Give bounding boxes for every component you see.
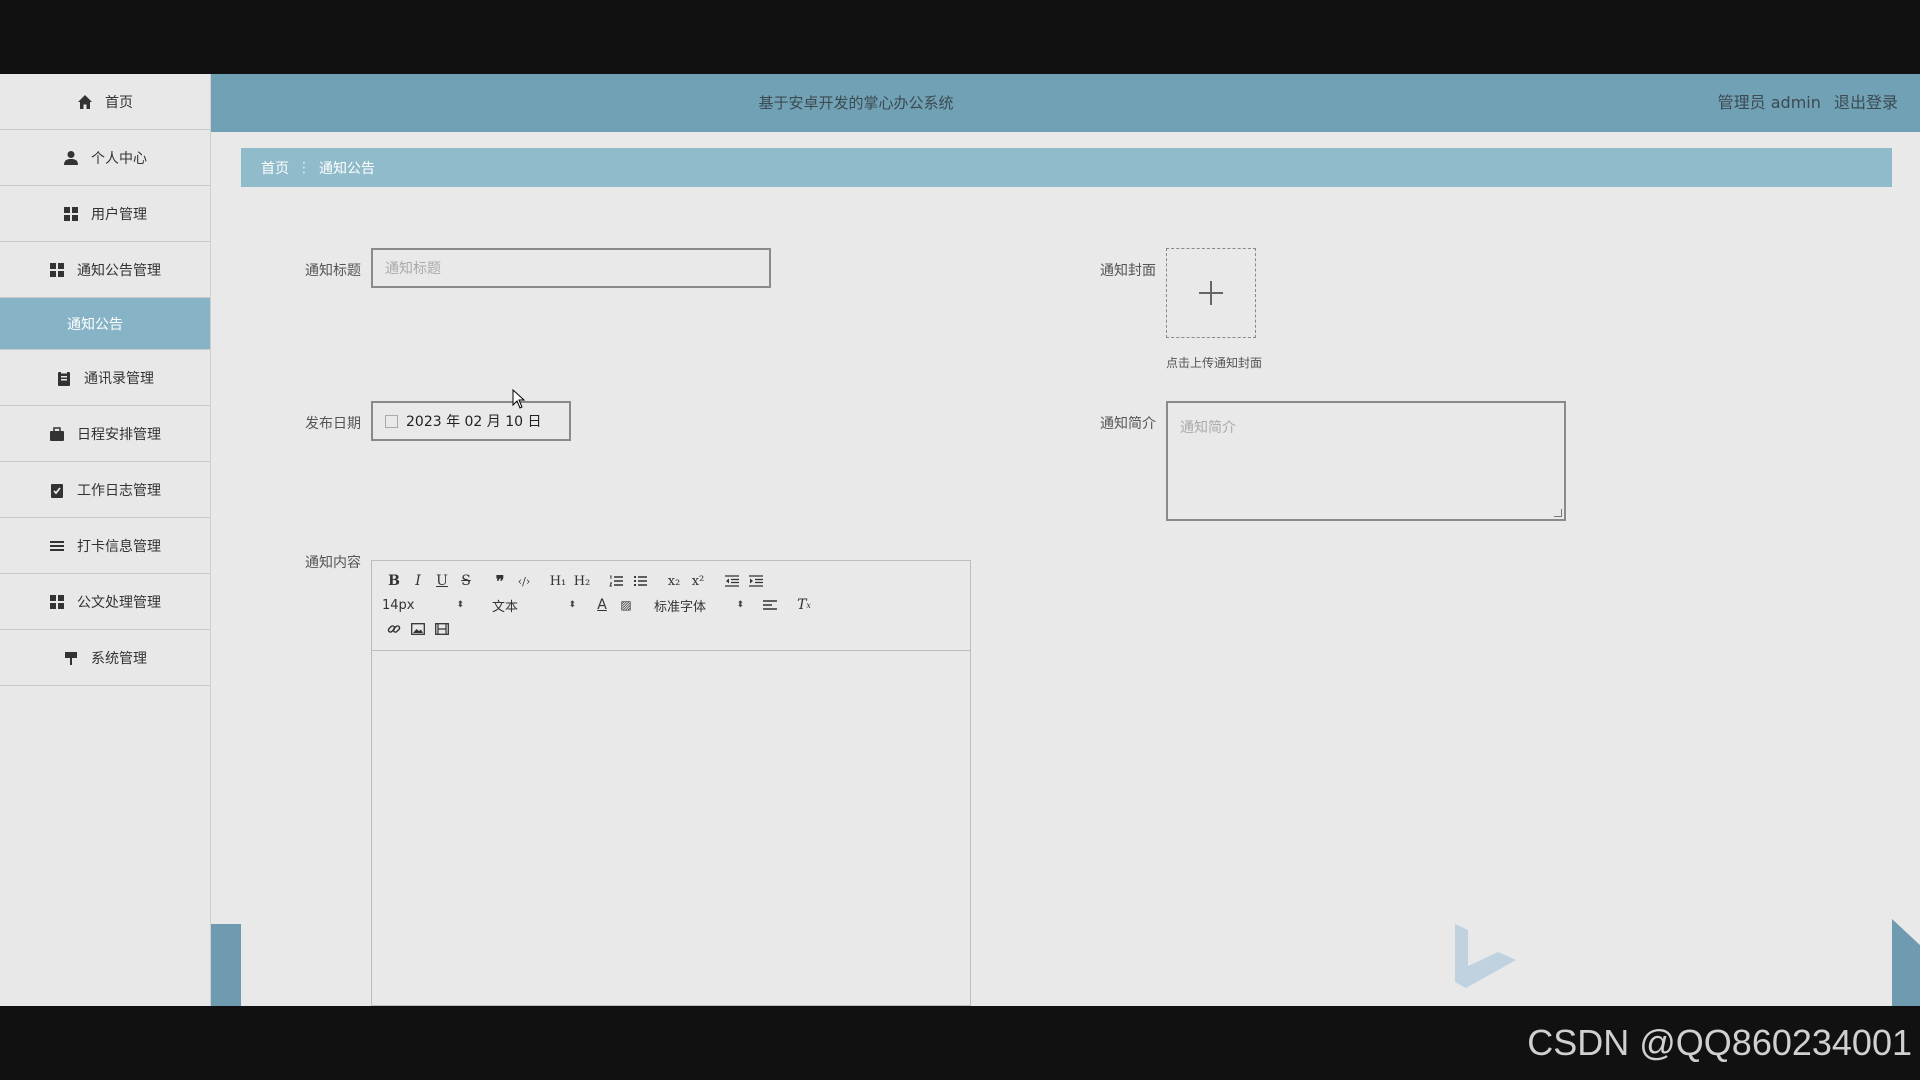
editor-toolbar: B I U S ❞ ‹/› H₁ H₂ x₂ x² 14px ⬍ 文本 ⬍ A …: [372, 561, 970, 651]
decorative-shape-right: [1892, 919, 1920, 1006]
current-user: 管理员 admin: [1717, 93, 1821, 112]
sidebar-item-personal-center[interactable]: 个人中心: [0, 130, 210, 186]
home-icon: [77, 94, 93, 110]
sidebar: 首页 个人中心 用户管理 通知公告管理 通知公告 通讯录管理 日程安排管理 工作…: [0, 74, 211, 1006]
watermark-text: CSDN @QQ860234001: [1527, 1022, 1912, 1063]
video-icon[interactable]: [430, 618, 454, 640]
resize-grip-icon[interactable]: [1554, 509, 1562, 517]
select-arrow-icon: ⬍: [736, 600, 744, 610]
indent-icon[interactable]: [744, 570, 768, 592]
cover-upload-hint: 点击上传通知封面: [1166, 356, 1263, 370]
h2-button[interactable]: H₂: [570, 570, 594, 592]
sidebar-item-label: 公文处理管理: [77, 594, 161, 611]
editor-content-area[interactable]: [372, 651, 970, 1006]
clipboard-icon: [56, 370, 72, 386]
user-icon: [63, 150, 79, 166]
sidebar-item-label: 工作日志管理: [77, 482, 161, 499]
list-icon: [49, 538, 65, 554]
rich-text-editor: B I U S ❞ ‹/› H₁ H₂ x₂ x² 14px ⬍ 文本 ⬍ A …: [371, 560, 971, 1006]
ordered-list-icon[interactable]: [604, 570, 628, 592]
title-input[interactable]: 通知标题: [371, 248, 771, 288]
sidebar-subitem-notice[interactable]: 通知公告: [0, 298, 210, 350]
date-input[interactable]: 2023 年 02 月 10 日: [371, 401, 571, 441]
title-label: 通知标题: [305, 263, 361, 279]
bullet-list-icon[interactable]: [628, 570, 652, 592]
sidebar-item-system-management[interactable]: 系统管理: [0, 630, 210, 686]
mouse-cursor-icon: [512, 389, 526, 409]
title-placeholder: 通知标题: [385, 261, 441, 277]
subscript-button[interactable]: x₂: [662, 570, 686, 592]
sidebar-item-schedule-management[interactable]: 日程安排管理: [0, 406, 210, 462]
sidebar-item-label: 个人中心: [91, 150, 147, 167]
cover-upload-button[interactable]: [1166, 248, 1256, 338]
breadcrumb: 首页 ⋮ 通知公告: [241, 148, 1892, 187]
font-size-value: 14px: [382, 597, 415, 613]
grid-icon: [49, 594, 65, 610]
outdent-icon[interactable]: [720, 570, 744, 592]
sidebar-item-home[interactable]: 首页: [0, 74, 210, 130]
intro-placeholder: 通知简介: [1180, 420, 1236, 436]
app-title: 基于安卓开发的掌心办公系统: [758, 94, 954, 112]
blockquote-button[interactable]: ❞: [488, 570, 512, 592]
sidebar-item-notice-management[interactable]: 通知公告管理: [0, 242, 210, 298]
calendar-icon: [385, 414, 398, 428]
sidebar-item-worklog-management[interactable]: 工作日志管理: [0, 462, 210, 518]
grid-icon: [49, 262, 65, 278]
sidebar-item-document-management[interactable]: 公文处理管理: [0, 574, 210, 630]
header-select[interactable]: 文本 ⬍: [478, 596, 576, 615]
sidebar-item-label: 通知公告管理: [77, 262, 161, 279]
logout-link[interactable]: 退出登录: [1834, 93, 1898, 112]
sidebar-item-checkin-management[interactable]: 打卡信息管理: [0, 518, 210, 574]
font-family-select[interactable]: 标准字体 ⬍: [648, 596, 744, 615]
code-block-button[interactable]: ‹/›: [512, 570, 536, 592]
cover-label: 通知封面: [1100, 263, 1156, 279]
superscript-button[interactable]: x²: [686, 570, 710, 592]
sidebar-item-label: 首页: [105, 94, 133, 111]
briefcase-icon: [49, 426, 65, 442]
plus-icon: [1199, 281, 1223, 305]
intro-label: 通知简介: [1100, 416, 1156, 432]
intro-textarea[interactable]: 通知简介: [1166, 401, 1566, 521]
sidebar-item-label: 打卡信息管理: [77, 538, 161, 555]
sidebar-item-label: 系统管理: [91, 650, 147, 667]
breadcrumb-current: 通知公告: [319, 160, 375, 177]
grid-icon: [63, 206, 79, 222]
decorative-logo-icon: [1455, 924, 1516, 988]
select-arrow-icon: ⬍: [568, 600, 576, 610]
sidebar-item-contacts-management[interactable]: 通讯录管理: [0, 350, 210, 406]
align-icon[interactable]: [758, 594, 782, 616]
italic-button[interactable]: I: [406, 570, 430, 592]
header-select-value: 文本: [492, 599, 519, 615]
underline-button[interactable]: U: [430, 570, 454, 592]
sign-icon: [63, 650, 79, 666]
checklist-icon: [49, 482, 65, 498]
select-arrow-icon: ⬍: [456, 600, 464, 610]
content-label: 通知内容: [305, 555, 361, 571]
bold-button[interactable]: B: [382, 570, 406, 592]
app-window: 首页 个人中心 用户管理 通知公告管理 通知公告 通讯录管理 日程安排管理 工作…: [0, 74, 1920, 1006]
sidebar-item-label: 通讯录管理: [84, 370, 154, 387]
user-area: 管理员 admin 退出登录: [1718, 74, 1898, 132]
sidebar-item-label: 通知公告: [67, 316, 123, 333]
image-icon[interactable]: [406, 618, 430, 640]
date-value: 2023 年 02 月 10 日: [406, 414, 542, 430]
font-color-icon[interactable]: A: [590, 594, 614, 616]
clear-format-icon[interactable]: Tx: [792, 594, 816, 616]
date-label: 发布日期: [305, 416, 361, 432]
decorative-shape-left: [211, 924, 241, 1006]
sidebar-item-user-management[interactable]: 用户管理: [0, 186, 210, 242]
sidebar-item-label: 日程安排管理: [77, 426, 161, 443]
strike-button[interactable]: S: [454, 570, 478, 592]
font-size-select[interactable]: 14px ⬍: [382, 598, 464, 613]
font-family-value: 标准字体: [654, 599, 707, 615]
sidebar-item-label: 用户管理: [91, 206, 147, 223]
background-color-icon[interactable]: ▨: [614, 594, 638, 616]
breadcrumb-home[interactable]: 首页: [261, 158, 289, 178]
top-header: 基于安卓开发的掌心办公系统 管理员 admin 退出登录: [211, 74, 1920, 132]
h1-button[interactable]: H₁: [546, 570, 570, 592]
link-icon[interactable]: [382, 618, 406, 640]
breadcrumb-separator: ⋮: [297, 159, 311, 176]
